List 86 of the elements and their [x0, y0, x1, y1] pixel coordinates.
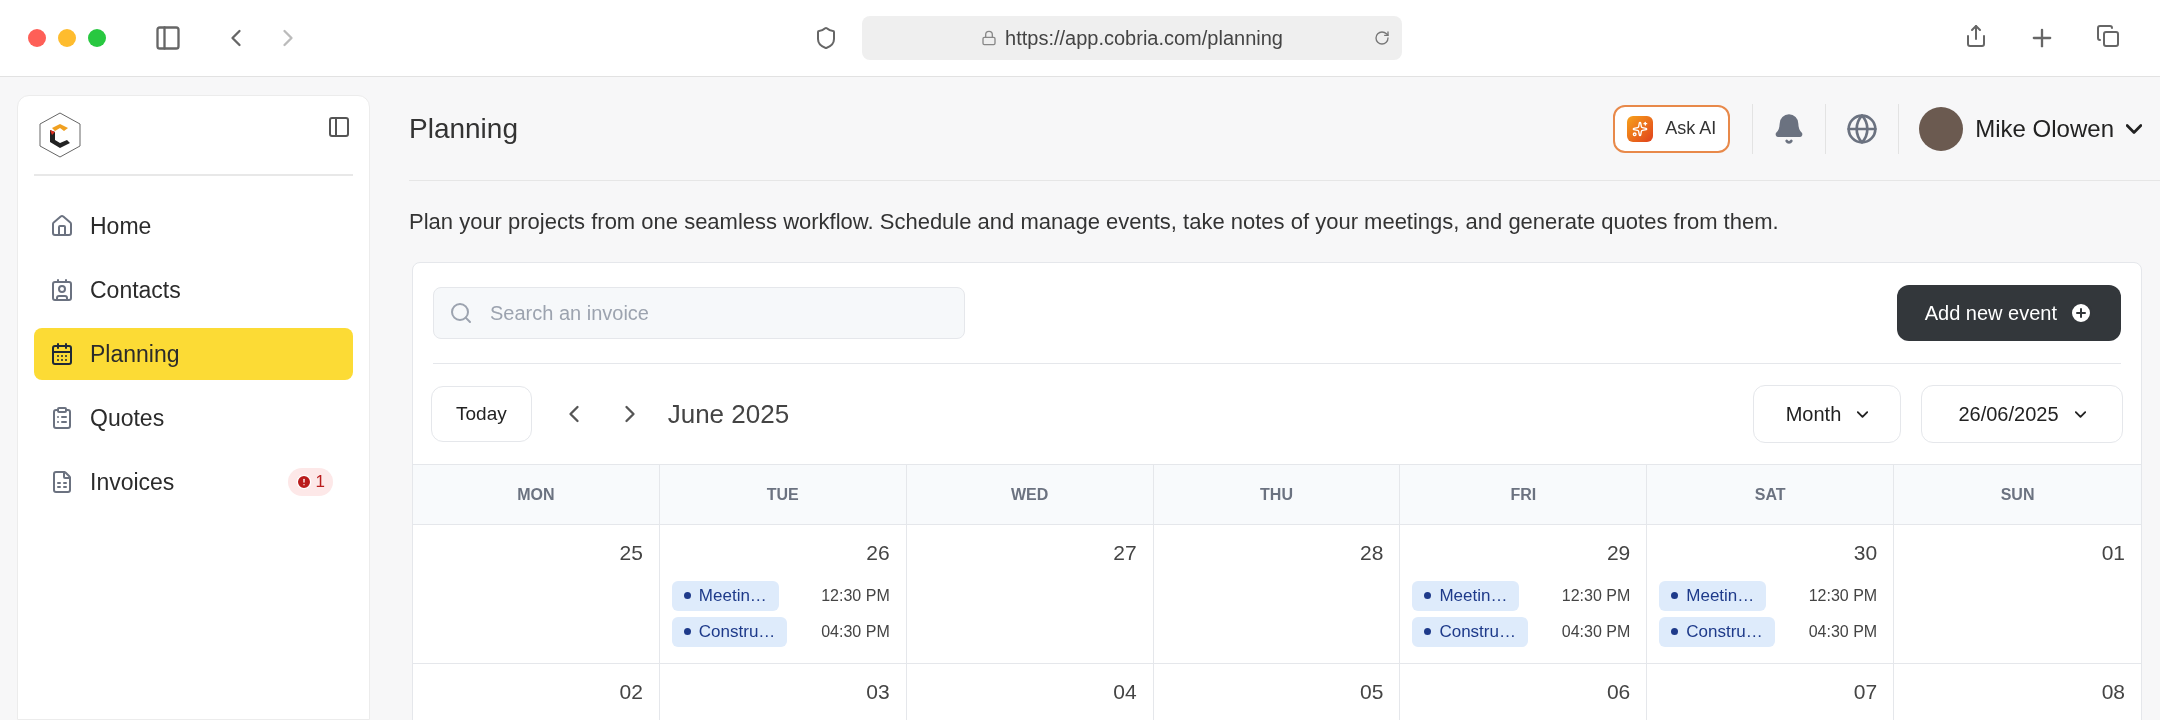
- day-number: 29: [1606, 540, 1631, 566]
- plus-circle-icon: [2069, 301, 2093, 325]
- event-chip[interactable]: Meetin…: [1412, 580, 1520, 611]
- day-number: 08: [2101, 679, 2125, 705]
- day-cell[interactable]: 03: [659, 664, 907, 720]
- day-cell[interactable]: 26 Meetin… 12:30 PM Constru… 04:30 PM: [659, 525, 907, 664]
- share-icon[interactable]: [1964, 24, 1988, 48]
- day-cell[interactable]: 06: [1400, 664, 1648, 720]
- day-cell[interactable]: 27: [906, 525, 1154, 664]
- day-number: 01: [2101, 540, 2125, 566]
- page-title: Planning: [409, 111, 518, 146]
- contact-card-icon: [50, 278, 74, 302]
- day-number: 26: [866, 540, 890, 566]
- day-number: 30: [1853, 540, 1878, 566]
- collapse-sidebar-icon[interactable]: [327, 115, 351, 139]
- clipboard-icon: [50, 406, 74, 430]
- day-cell[interactable]: 04: [906, 664, 1154, 720]
- sparkles-icon: [1627, 115, 1654, 142]
- day-cell[interactable]: 25: [413, 525, 660, 664]
- event-chip[interactable]: Constru…: [1412, 616, 1528, 647]
- chevron-down-icon: [2074, 410, 2086, 418]
- event-chip[interactable]: Constru…: [1659, 616, 1775, 647]
- date-dropdown[interactable]: 26/06/2025: [1921, 385, 2123, 443]
- weekday-header: TUE: [659, 465, 907, 525]
- search-field[interactable]: Search an invoice: [433, 287, 965, 339]
- globe-icon[interactable]: [1846, 112, 1879, 145]
- weekday-header: WED: [906, 465, 1154, 525]
- event-time: 12:30 PM: [821, 585, 890, 606]
- day-cell[interactable]: 08: [1894, 664, 2141, 720]
- ask-ai-button[interactable]: Ask AI: [1613, 104, 1731, 153]
- day-number: 03: [866, 679, 890, 705]
- sidebar-item[interactable]: Invoices 1: [34, 456, 353, 508]
- sidebar-item[interactable]: Quotes: [34, 392, 353, 444]
- today-button[interactable]: Today: [431, 386, 532, 442]
- event-time: 12:30 PM: [1808, 585, 1878, 606]
- day-number: 06: [1606, 679, 1631, 705]
- calendar-icon: [50, 342, 74, 366]
- view-dropdown[interactable]: Month: [1753, 385, 1901, 443]
- day-number: 25: [619, 540, 643, 566]
- sidebar-item[interactable]: Home: [34, 200, 353, 252]
- weekday-header: MON: [413, 465, 660, 525]
- add-event-button[interactable]: Add new event: [1896, 285, 2121, 341]
- search-icon: [449, 301, 473, 325]
- event-time: 12:30 PM: [1561, 585, 1631, 606]
- weekday-header: SAT: [1647, 465, 1895, 525]
- tabs-overview-icon[interactable]: [2096, 24, 2120, 48]
- chevron-down-icon: [1857, 410, 1869, 418]
- event-time: 04:30 PM: [1561, 621, 1631, 642]
- event-time: 04:30 PM: [821, 621, 890, 642]
- event-chip[interactable]: Meetin…: [1659, 580, 1767, 611]
- url-text: https://app.cobria.com/planning: [1005, 26, 1283, 51]
- lock-icon: [981, 30, 997, 46]
- day-cell[interactable]: 30 Meetin… 12:30 PM Constru… 04:30 PM: [1647, 525, 1895, 664]
- document-icon: [50, 470, 74, 494]
- day-cell[interactable]: 01: [1894, 525, 2141, 664]
- alert-badge: 1: [287, 468, 333, 496]
- event-chip[interactable]: Constru…: [671, 616, 788, 647]
- day-number: 27: [1113, 540, 1137, 566]
- home-icon: [50, 214, 74, 238]
- weekday-header: FRI: [1400, 465, 1648, 525]
- sidebar-item[interactable]: Planning: [34, 328, 353, 380]
- day-cell[interactable]: 05: [1153, 664, 1401, 720]
- day-cell[interactable]: 29 Meetin… 12:30 PM Constru… 04:30 PM: [1400, 525, 1648, 664]
- event-chip[interactable]: Meetin…: [671, 580, 779, 611]
- day-cell[interactable]: 28: [1153, 525, 1401, 664]
- day-number: 07: [1853, 679, 1878, 705]
- day-number: 02: [619, 679, 643, 705]
- day-cell[interactable]: 02: [413, 664, 660, 720]
- weekday-header: SUN: [1894, 465, 2141, 525]
- chevron-down-icon: [2126, 123, 2142, 134]
- day-number: 28: [1360, 540, 1384, 566]
- weekday-header: THU: [1153, 465, 1401, 525]
- day-number: 05: [1360, 679, 1384, 705]
- sidebar-item[interactable]: Contacts: [34, 264, 353, 316]
- address-bar[interactable]: https://app.cobria.com/planning: [862, 16, 1402, 60]
- reload-icon[interactable]: [1374, 30, 1390, 46]
- shield-icon[interactable]: [814, 26, 838, 50]
- period-title: June 2025: [667, 397, 790, 431]
- user-menu[interactable]: Mike Olowen: [1919, 106, 2142, 151]
- page-description: Plan your projects from one seamless workflow. Schedule and manage events, take notes of your meetings, and generate quotes from them.: [409, 208, 1780, 236]
- event-time: 04:30 PM: [1808, 621, 1878, 642]
- day-number: 04: [1113, 679, 1137, 705]
- app-logo: [38, 112, 82, 158]
- day-cell[interactable]: 07: [1647, 664, 1895, 720]
- sidebar-toggle-icon[interactable]: [154, 24, 182, 52]
- close-window-icon[interactable]: [28, 29, 46, 47]
